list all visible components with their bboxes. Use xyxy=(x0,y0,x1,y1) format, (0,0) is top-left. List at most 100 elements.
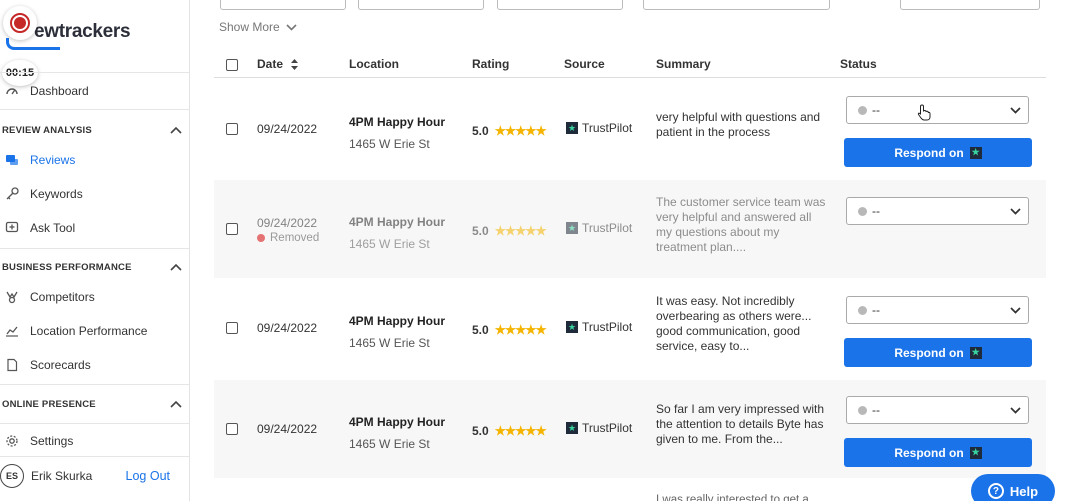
location-cell: 4PM Happy Hour 1465 W Erie St xyxy=(349,215,445,251)
user-name: Erik Skurka xyxy=(31,469,93,483)
rating-value: 5.0 xyxy=(472,423,489,438)
filter-field[interactable] xyxy=(900,0,1040,10)
status-dropdown[interactable]: -- xyxy=(846,296,1029,324)
sidebar-divider xyxy=(0,248,190,249)
column-label: Date xyxy=(257,57,284,71)
line-chart-icon xyxy=(5,324,19,338)
sidebar-item-ask-tool[interactable]: Ask Tool xyxy=(0,214,189,242)
review-date: 09/24/2022 xyxy=(257,321,318,335)
respond-button[interactable]: Respond on ★ xyxy=(844,338,1032,367)
source-cell: ★ TrustPilot xyxy=(566,421,632,435)
status-value: -- xyxy=(872,103,880,117)
source-cell: ★ TrustPilot xyxy=(566,320,632,334)
respond-label: Respond on xyxy=(894,345,964,360)
filter-field[interactable] xyxy=(220,0,346,10)
show-more-label: Show More xyxy=(219,20,280,34)
sidebar-item-reviews[interactable]: Reviews xyxy=(0,146,189,174)
reviews-icon xyxy=(5,153,19,167)
table-row: 09/24/2022 4PM Happy Hour 1465 W Erie St… xyxy=(214,80,1046,178)
row-checkbox[interactable] xyxy=(226,123,238,135)
gear-icon xyxy=(5,434,19,448)
help-label: Help xyxy=(1009,483,1039,499)
star-rating-icon: ★★★★★ xyxy=(494,124,547,138)
hand-cursor-icon xyxy=(917,104,931,121)
chevron-down-icon xyxy=(1010,207,1021,215)
main-content: Show More Date Location Rating Source Su… xyxy=(190,0,1066,501)
location-address: 1465 W Erie St xyxy=(349,336,430,350)
sidebar-item-keywords[interactable]: Keywords xyxy=(0,180,189,208)
sidebar-item-label: Competitors xyxy=(30,290,95,304)
record-button[interactable] xyxy=(3,6,37,40)
status-dropdown[interactable]: -- xyxy=(846,396,1029,424)
sidebar-divider xyxy=(0,72,190,73)
row-checkbox[interactable] xyxy=(226,223,238,235)
status-dropdown[interactable]: -- xyxy=(846,96,1029,124)
table-row: 09/24/2022 4PM Happy Hour 1465 W Erie St… xyxy=(214,380,1046,478)
source-cell: ★ TrustPilot xyxy=(566,221,632,235)
user-row: ES Erik Skurka Log Out xyxy=(0,462,189,490)
source-name: TrustPilot xyxy=(582,121,633,135)
filter-field[interactable] xyxy=(497,0,623,10)
source-name: TrustPilot xyxy=(582,421,633,435)
sidebar-item-label: Dashboard xyxy=(30,84,89,98)
trustpilot-icon: ★ xyxy=(566,321,578,333)
sidebar-item-location-performance[interactable]: Location Performance xyxy=(0,317,189,345)
logout-link[interactable]: Log Out xyxy=(126,469,170,483)
sidebar-item-scorecards[interactable]: Scorecards xyxy=(0,351,189,379)
location-cell: 4PM Happy Hour 1465 W Erie St xyxy=(349,415,445,451)
column-header-status: Status xyxy=(840,57,877,71)
sidebar-item-label: Settings xyxy=(30,434,74,448)
location-name: 4PM Happy Hour xyxy=(349,115,446,129)
status-dropdown[interactable]: -- xyxy=(846,197,1029,225)
location-address: 1465 W Erie St xyxy=(349,137,430,151)
chevron-up-icon xyxy=(170,126,182,134)
respond-button[interactable]: Respond on ★ xyxy=(844,138,1032,167)
filter-field[interactable] xyxy=(358,0,484,10)
location-cell: 4PM Happy Hour 1465 W Erie St xyxy=(349,314,445,350)
source-cell: ★ TrustPilot xyxy=(566,121,632,135)
respond-label: Respond on xyxy=(894,145,964,160)
review-date: 09/24/2022 xyxy=(257,422,318,436)
section-review-analysis[interactable]: REVIEW ANALYSIS xyxy=(2,120,182,140)
help-button[interactable]: ? Help xyxy=(971,474,1055,501)
sidebar-item-settings[interactable]: Settings xyxy=(0,427,189,455)
row-checkbox[interactable] xyxy=(226,322,238,334)
sidebar-divider xyxy=(0,423,190,424)
respond-button[interactable]: Respond on ★ xyxy=(844,438,1032,467)
chevron-down-icon xyxy=(286,23,297,31)
dashboard-icon xyxy=(5,84,19,98)
sidebar-item-label: Ask Tool xyxy=(30,221,76,235)
show-more-toggle[interactable]: Show More xyxy=(219,20,297,34)
sidebar: ewtrackers 00:15 Dashboard REVIEW ANALYS… xyxy=(0,0,190,501)
sidebar-item-competitors[interactable]: Competitors xyxy=(0,283,189,311)
sidebar-divider xyxy=(0,456,190,457)
column-header-source: Source xyxy=(564,57,605,71)
review-summary: It was easy. Not incredibly overbearing … xyxy=(656,294,812,353)
review-summary: I was really interested to get a... xyxy=(656,494,819,501)
column-header-date[interactable]: Date xyxy=(257,57,299,71)
star-rating-icon: ★★★★★ xyxy=(494,323,547,337)
location-address: 1465 W Erie St xyxy=(349,437,430,451)
trustpilot-icon: ★ xyxy=(969,146,982,159)
app-logo: ewtrackers xyxy=(34,21,131,42)
status-dot-icon xyxy=(858,405,867,415)
sidebar-divider xyxy=(0,109,190,110)
status-value: -- xyxy=(872,403,880,417)
column-header-summary: Summary xyxy=(656,57,711,71)
section-business-performance[interactable]: BUSINESS PERFORMANCE xyxy=(2,257,182,277)
section-online-presence[interactable]: ONLINE PRESENCE xyxy=(2,394,182,414)
sidebar-item-label: Location Performance xyxy=(30,324,148,338)
status-value: -- xyxy=(872,204,880,218)
location-cell: 4PM Happy Hour 1465 W Erie St xyxy=(349,115,445,151)
row-checkbox[interactable] xyxy=(226,423,238,435)
filter-field[interactable] xyxy=(643,0,830,10)
section-title: BUSINESS PERFORMANCE xyxy=(2,261,132,273)
column-header-rating: Rating xyxy=(472,57,510,71)
trustpilot-icon: ★ xyxy=(969,446,982,459)
rating-cell: 5.0 ★★★★★ xyxy=(472,223,547,239)
rating-value: 5.0 xyxy=(472,223,489,238)
sidebar-item-dashboard[interactable]: Dashboard xyxy=(0,77,189,105)
removed-label: Removed xyxy=(270,232,320,244)
status-dot-icon xyxy=(858,105,867,115)
select-all-checkbox[interactable] xyxy=(226,59,238,71)
